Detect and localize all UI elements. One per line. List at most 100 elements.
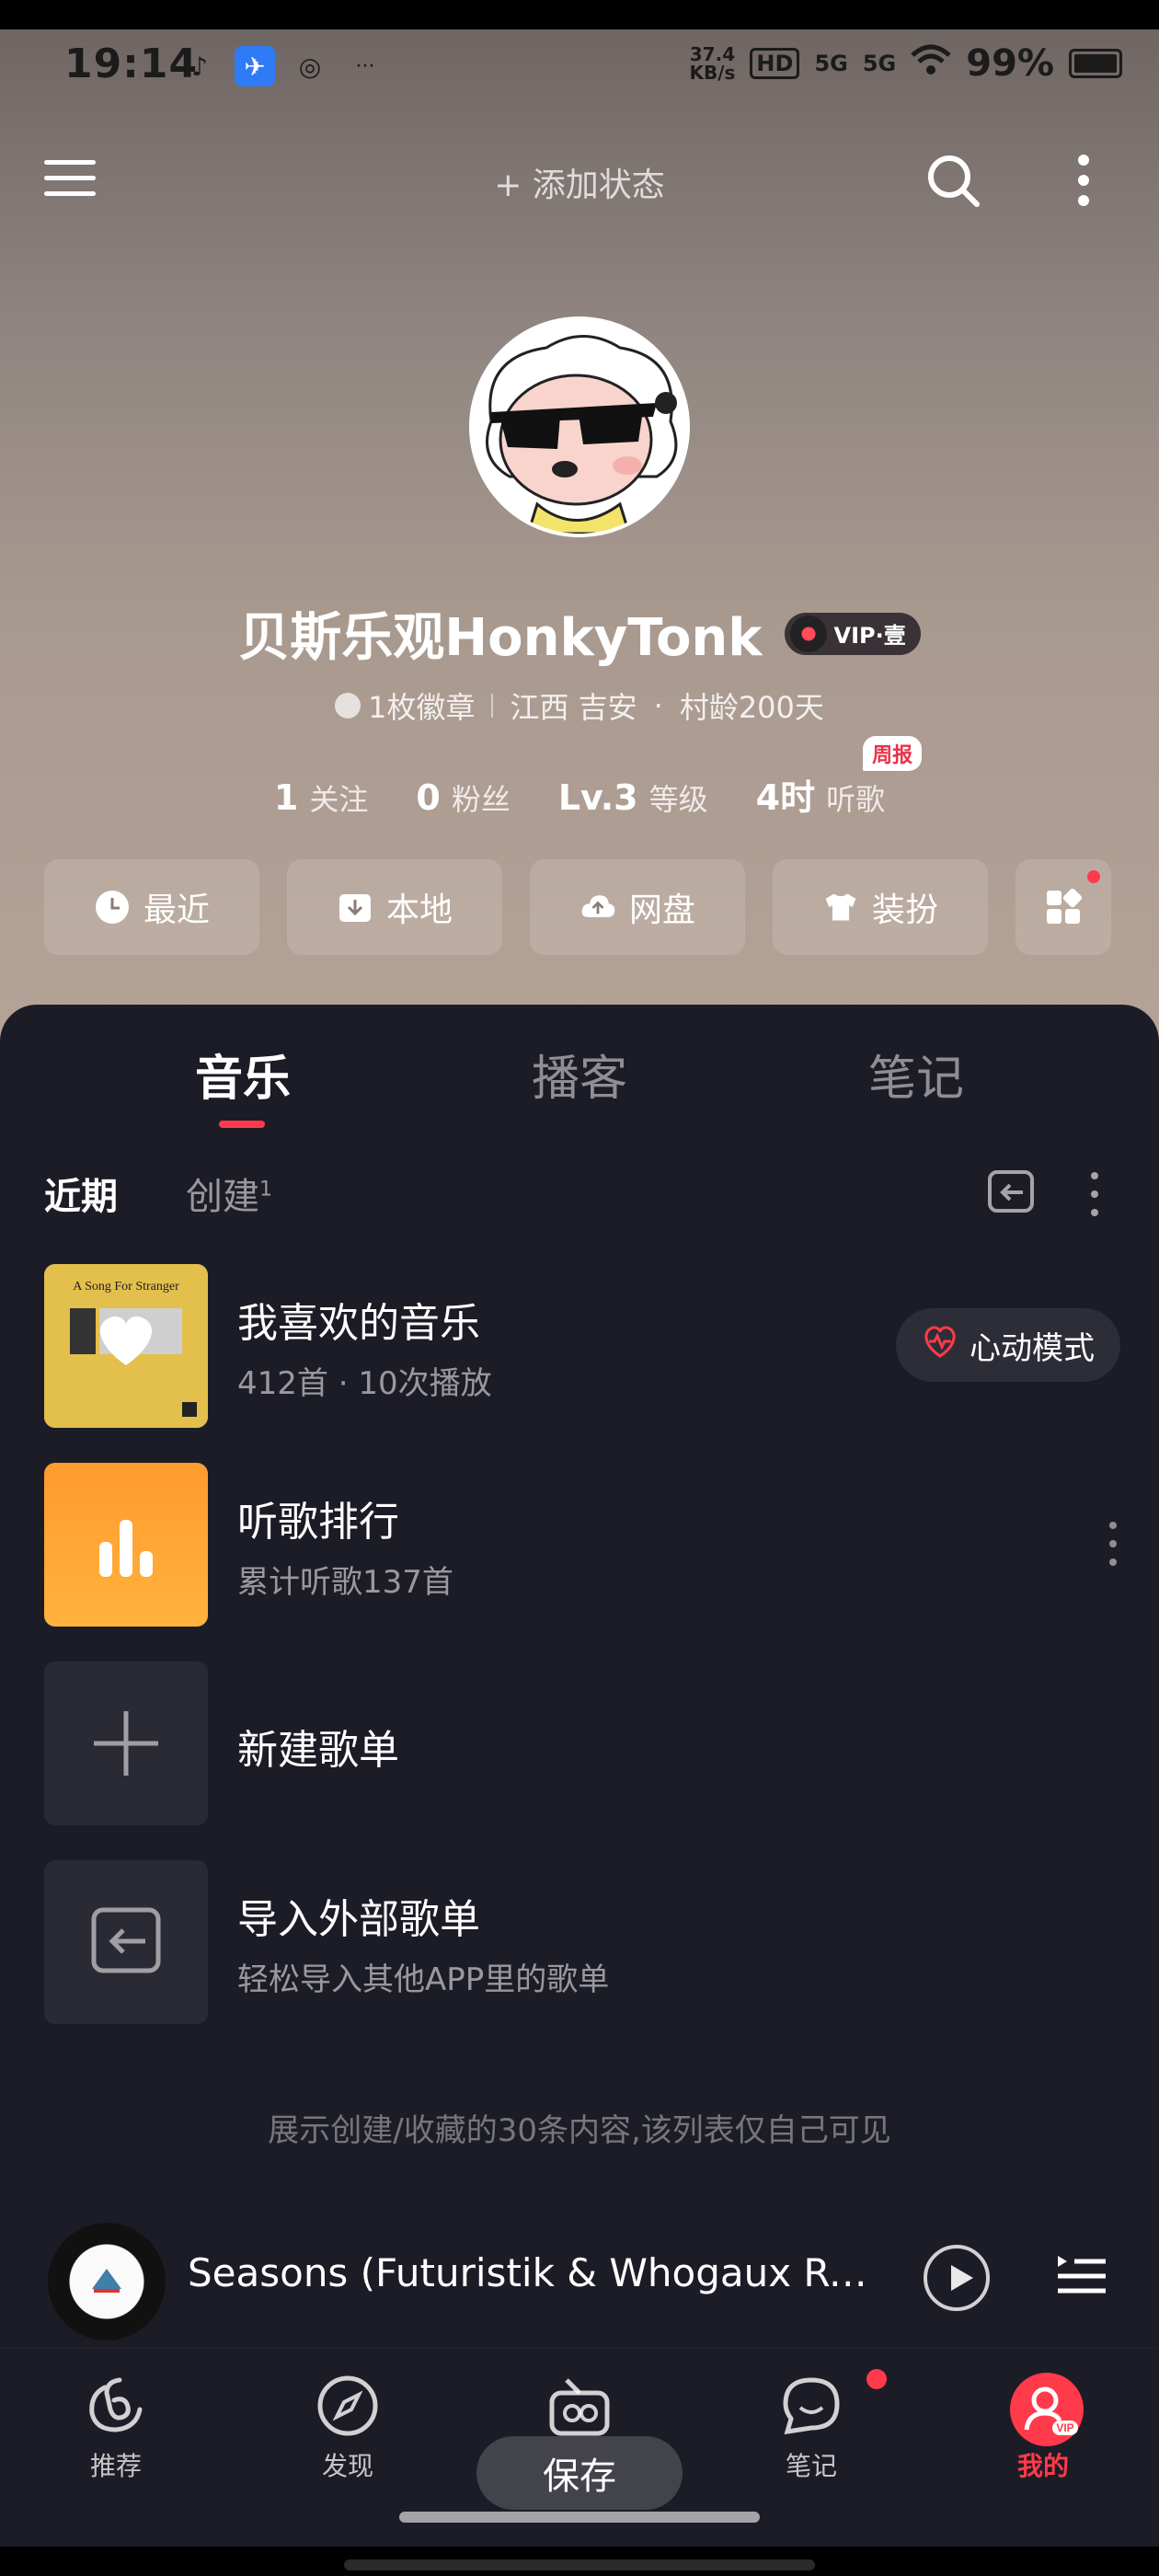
- stat-followers[interactable]: 0 粉丝: [416, 776, 510, 819]
- search-icon[interactable]: [924, 151, 982, 210]
- cloud-upload-icon: [580, 889, 616, 926]
- home-indicator[interactable]: [399, 2512, 760, 2523]
- username[interactable]: 贝斯乐观HonkyTonk: [238, 596, 762, 671]
- list-item-listening-rank[interactable]: 听歌排行 累计听歌137首: [44, 1463, 1120, 1627]
- badge-icon: [335, 693, 361, 719]
- dress-up-button[interactable]: 装扮: [773, 859, 988, 955]
- battery-percent: 99%: [966, 42, 1054, 85]
- save-button[interactable]: 保存: [476, 2436, 683, 2510]
- content-tabs: 音乐 播客 笔记: [0, 1040, 1159, 1132]
- stat-number: 1: [273, 777, 299, 818]
- hd-icon: HD: [750, 48, 800, 79]
- recent-label: 最近: [143, 891, 210, 929]
- now-playing-title[interactable]: Seasons (Futuristik & Whogaux Remi...: [188, 2250, 868, 2295]
- grid-icon: [1045, 889, 1082, 926]
- vip-label: VIP·壹: [833, 623, 906, 649]
- tab-podcast[interactable]: 播客: [532, 1040, 627, 1109]
- recent-button[interactable]: 最近: [44, 859, 259, 955]
- import-cover: [44, 1860, 208, 2024]
- vip-badge[interactable]: VIP·壹: [784, 612, 921, 655]
- cloud-drive-button[interactable]: 网盘: [530, 859, 745, 955]
- netease-icon: [83, 2373, 149, 2439]
- notification-dot: [1087, 870, 1100, 883]
- signal-5g-icon-2: 5G: [862, 51, 897, 76]
- liked-music-info: 412首 · 10次播放: [237, 1365, 492, 1402]
- rank-info: 累计听歌137首: [237, 1564, 453, 1601]
- net-speed: 37.4 KB/s: [689, 43, 736, 84]
- status-right: 37.4 KB/s HD 5G 5G 99%: [689, 42, 1122, 85]
- local-label: 本地: [385, 891, 453, 929]
- shirt-icon: [822, 889, 859, 926]
- download-icon: [337, 889, 373, 926]
- heartbeat-icon: [922, 1325, 958, 1366]
- more-vertical-icon[interactable]: [1073, 151, 1095, 210]
- clock-icon: [94, 889, 131, 926]
- nav-mine[interactable]: VIP 我的: [970, 2373, 1117, 2483]
- list-footnote: 展示创建/收藏的30条内容,该列表仅自己可见: [268, 2112, 891, 2149]
- stat-listen-time[interactable]: 4时 听歌 周报: [756, 736, 923, 820]
- badges-link[interactable]: 1枚徽章: [335, 684, 475, 727]
- add-status-button[interactable]: + 添加状态: [0, 158, 1159, 206]
- status-bar: 19:14 ♪ ✈ ◎ ··· 37.4 KB/s HD 5G 5G 99%: [0, 29, 1159, 112]
- rank-options-icon[interactable]: [1106, 1520, 1120, 1568]
- list-item-new-playlist[interactable]: 新建歌单: [44, 1662, 1120, 1825]
- nav-recommend[interactable]: 推荐: [42, 2373, 189, 2483]
- divider: [491, 694, 494, 718]
- stat-number: 0: [416, 777, 441, 818]
- list-options-icon[interactable]: [1087, 1170, 1102, 1218]
- list-item-import-playlist[interactable]: 导入外部歌单 轻松导入其他APP里的歌单: [44, 1860, 1120, 2024]
- active-tab-indicator: [219, 1121, 265, 1128]
- more-apps-button[interactable]: [1016, 859, 1111, 955]
- local-button[interactable]: 本地: [287, 859, 502, 955]
- nav-label: 我的: [1016, 2451, 1069, 2481]
- more-notifications-icon: ···: [355, 54, 375, 78]
- subtab-created[interactable]: 创建1: [186, 1167, 272, 1220]
- stat-label: 听歌: [826, 782, 886, 817]
- import-title: 导入外部歌单: [237, 1896, 480, 1943]
- wifi-icon: [911, 44, 951, 83]
- dot-separator: ·: [653, 688, 663, 723]
- import-info: 轻松导入其他APP里的歌单: [237, 1961, 610, 1998]
- stat-level[interactable]: Lv.3 等级: [558, 776, 708, 819]
- subtab-recent[interactable]: 近期: [44, 1167, 118, 1220]
- cover-text: A Song For Stranger: [73, 1280, 179, 1294]
- liked-music-title: 我喜欢的音乐: [237, 1300, 480, 1347]
- nav-radio[interactable]: [506, 2373, 653, 2446]
- vinyl-icon: [789, 615, 827, 652]
- rank-title: 听歌排行: [237, 1499, 399, 1546]
- village-age: 村龄200天: [679, 690, 824, 725]
- notes-notification-dot: [866, 2369, 887, 2389]
- playlist-icon[interactable]: [1054, 2247, 1109, 2302]
- radio-icon: [546, 2373, 613, 2439]
- heart-mode-label: 心动模式: [970, 1329, 1095, 1367]
- play-button[interactable]: [924, 2245, 990, 2311]
- top-bar: + 添加状态: [0, 138, 1159, 221]
- heart-mode-button[interactable]: 心动模式: [896, 1308, 1120, 1382]
- stat-label: 关注: [309, 782, 369, 817]
- new-playlist-title: 新建歌单: [237, 1727, 399, 1774]
- list-item-liked-music[interactable]: A Song For Stranger 我喜欢的音乐 412首 · 10次播放 …: [44, 1264, 1120, 1428]
- signal-5g-icon: 5G: [814, 51, 848, 76]
- nav-notes[interactable]: 笔记: [738, 2369, 887, 2483]
- chat-icon: [778, 2369, 887, 2439]
- stat-following[interactable]: 1 关注: [274, 776, 368, 819]
- cloud-drive-label: 网盘: [628, 891, 695, 929]
- profile-meta: 1枚徽章 江西 吉安 · 村龄200天: [0, 684, 1159, 727]
- quick-actions: 最近 本地 网盘 装扮: [44, 859, 1111, 955]
- liked-music-cover: A Song For Stranger: [44, 1264, 208, 1428]
- player-album-art[interactable]: [48, 2223, 166, 2340]
- nav-label: 笔记: [785, 2451, 837, 2481]
- avatar[interactable]: [469, 316, 690, 537]
- import-playlist-icon[interactable]: [986, 1167, 1038, 1218]
- subtabs: 近期 创建1: [44, 1167, 272, 1220]
- new-playlist-cover: [44, 1662, 208, 1825]
- stat-label: 粉丝: [451, 782, 511, 817]
- mini-player[interactable]: Seasons (Futuristik & Whogaux Remi...: [0, 2201, 1159, 2348]
- bird-app-icon: ✈: [235, 46, 275, 86]
- tab-notes[interactable]: 笔记: [868, 1040, 964, 1109]
- tab-music[interactable]: 音乐: [195, 1040, 291, 1109]
- nav-label: 推荐: [89, 2451, 142, 2481]
- battery-icon: [1069, 49, 1122, 78]
- weekly-report-tag[interactable]: 周报: [863, 736, 923, 771]
- nav-discover[interactable]: 发现: [274, 2373, 421, 2483]
